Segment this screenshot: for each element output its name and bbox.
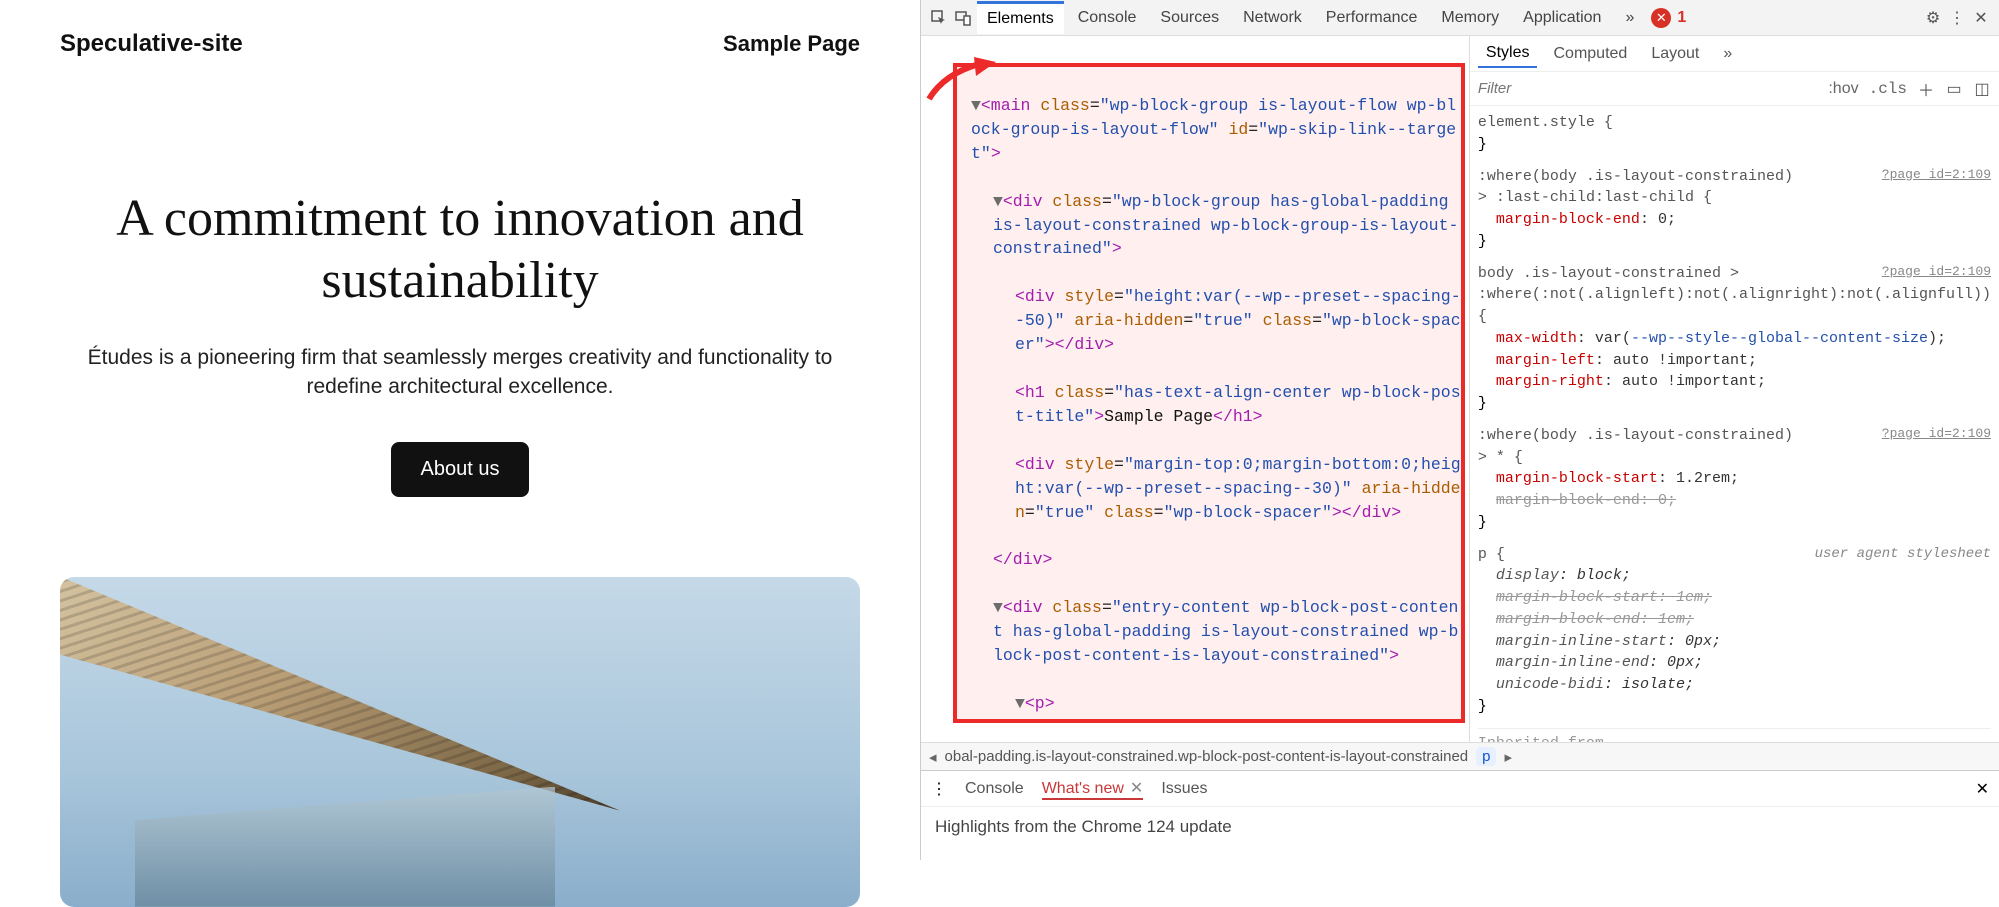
tab-sources[interactable]: Sources <box>1150 3 1229 33</box>
rule-sel-4: p { <box>1478 546 1505 563</box>
site-title[interactable]: Speculative-site <box>60 30 243 58</box>
hero-heading: A commitment to innovation and sustainab… <box>60 188 860 313</box>
layout-icon[interactable]: ▭ <box>1945 80 1963 98</box>
hero-image <box>60 577 860 907</box>
rule-src-2[interactable]: ?page_id=2:109 <box>1882 263 1991 282</box>
devtools-drawer: ⋮ Console What's new✕ Issues ✕ Highlight… <box>921 770 1999 860</box>
annotation-arrow <box>924 54 1004 112</box>
tab-elements[interactable]: Elements <box>977 1 1064 34</box>
filter-input[interactable] <box>1478 80 1818 97</box>
site-header: Speculative-site Sample Page <box>60 0 860 88</box>
hero-section: A commitment to innovation and sustainab… <box>60 188 860 907</box>
website-preview: Speculative-site Sample Page A commitmen… <box>0 0 920 860</box>
devtools-tabs: Elements Console Sources Network Perform… <box>921 0 1999 36</box>
error-badge[interactable]: ✕ <box>1651 8 1671 28</box>
styles-tab-more[interactable]: » <box>1715 41 1740 67</box>
cls-toggle[interactable]: .cls <box>1869 80 1907 98</box>
styles-tab-layout[interactable]: Layout <box>1643 41 1707 67</box>
rule-ua: user agent stylesheet <box>1815 544 1991 564</box>
close-icon[interactable]: ✕ <box>1130 780 1143 797</box>
hov-toggle[interactable]: :hov <box>1828 80 1858 98</box>
drawer-kebab-icon[interactable]: ⋮ <box>931 779 947 799</box>
tab-performance[interactable]: Performance <box>1316 3 1428 33</box>
rule-src-1[interactable]: ?page_id=2:109 <box>1882 166 1991 185</box>
drawer-body: Highlights from the Chrome 124 update <box>921 807 1999 847</box>
drawer-tab-issues[interactable]: Issues <box>1161 780 1207 798</box>
breadcrumb[interactable]: ◂ obal-padding.is-layout-constrained.wp-… <box>921 742 1999 770</box>
dom-content[interactable]: ▼<main class="wp-block-group is-layout-f… <box>921 36 1469 742</box>
crumb-left-icon[interactable]: ◂ <box>929 748 937 766</box>
drawer-tab-console[interactable]: Console <box>965 780 1024 798</box>
inherited-label: Inherited from … <box>1478 728 1991 743</box>
error-count: 1 <box>1677 9 1686 27</box>
elements-tree[interactable]: ▼<main class="wp-block-group is-layout-f… <box>921 36 1470 742</box>
inspect-icon[interactable] <box>929 8 949 28</box>
tabs-more[interactable]: » <box>1615 3 1644 33</box>
about-us-button[interactable]: About us <box>391 442 530 497</box>
styles-tab-computed[interactable]: Computed <box>1545 41 1635 67</box>
styles-tab-styles[interactable]: Styles <box>1478 40 1538 68</box>
tab-application[interactable]: Application <box>1513 3 1611 33</box>
crumb-selected[interactable]: p <box>1476 747 1496 766</box>
rule-element-style: element.style { <box>1478 114 1613 131</box>
tab-memory[interactable]: Memory <box>1431 3 1509 33</box>
drawer-tab-whatsnew[interactable]: What's new✕ <box>1042 778 1144 800</box>
rule-sel-3: :where(body .is-layout-constrained) <box>1478 427 1793 444</box>
nav-sample-page[interactable]: Sample Page <box>723 31 860 57</box>
hero-subtitle: Études is a pioneering firm that seamles… <box>60 343 860 402</box>
rule-sel-1: :where(body .is-layout-constrained) <box>1478 168 1793 185</box>
panel-icon[interactable]: ◫ <box>1973 80 1991 98</box>
crumb-right-icon[interactable]: ▸ <box>1504 748 1512 766</box>
styles-pane: Styles Computed Layout » :hov .cls ＋ ▭ ◫… <box>1470 36 1999 742</box>
crumb-path[interactable]: obal-padding.is-layout-constrained.wp-bl… <box>945 748 1469 765</box>
drawer-close-icon[interactable]: ✕ <box>1976 779 1989 799</box>
tab-console[interactable]: Console <box>1068 3 1147 33</box>
close-icon[interactable]: ✕ <box>1971 8 1991 28</box>
gear-icon[interactable]: ⚙ <box>1923 8 1943 28</box>
devtools-panel: Elements Console Sources Network Perform… <box>920 0 1999 860</box>
rule-sel-2: body .is-layout-constrained > <box>1478 265 1739 282</box>
styles-rules[interactable]: element.style {} ?page_id=2:109 :where(b… <box>1470 106 1999 742</box>
plus-icon[interactable]: ＋ <box>1917 80 1935 98</box>
tab-network[interactable]: Network <box>1233 3 1312 33</box>
rule-src-3[interactable]: ?page_id=2:109 <box>1882 425 1991 444</box>
kebab-icon[interactable]: ⋮ <box>1947 8 1967 28</box>
device-toggle-icon[interactable] <box>953 8 973 28</box>
